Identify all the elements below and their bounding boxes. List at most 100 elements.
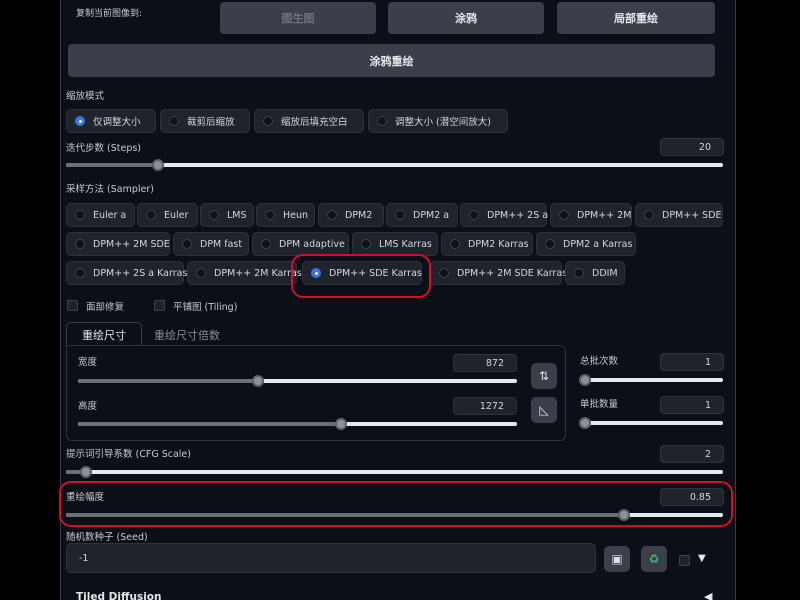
sampler-option[interactable]: DPM++ 2M Karras (187, 261, 302, 285)
resize-option-fill[interactable]: 缩放后填充空白 (254, 109, 364, 133)
option-label: DPM2 Karras (468, 238, 529, 250)
resize-option-just-resize[interactable]: 仅调整大小 (66, 109, 156, 133)
img2img-button[interactable]: 图生图 (220, 2, 376, 34)
cfg-slider[interactable] (66, 466, 723, 478)
option-label: 缩放后填充空白 (281, 117, 348, 128)
radio-icon (182, 239, 192, 249)
highlight-sampler (291, 254, 431, 298)
face-restore-label: 面部修复 (86, 302, 125, 313)
slider-thumb[interactable] (251, 375, 264, 387)
sampler-option[interactable]: Euler (137, 203, 198, 227)
height-slider[interactable] (78, 418, 517, 430)
inpaint-button[interactable]: 局部重绘 (557, 2, 715, 34)
sampler-option[interactable]: DPM2 Karras (441, 232, 533, 256)
radio-icon (263, 116, 273, 126)
option-label: Euler a (93, 209, 127, 221)
sampler-option[interactable]: DPM++ 2M (550, 203, 632, 227)
option-label: 调整大小 (潜空间放大) (395, 117, 491, 128)
batch-count-slider[interactable] (579, 374, 723, 386)
ratio-icon[interactable]: ◺ (531, 397, 557, 423)
sampler-option[interactable]: DPM++ SDE (635, 203, 723, 227)
dice-icon[interactable]: ▣ (604, 546, 630, 572)
radio-icon (377, 116, 387, 126)
batch-size-label: 单批数量 (580, 399, 619, 410)
option-label: LMS (227, 209, 247, 221)
cfg-label: 提示词引导系数 (CFG Scale) (66, 449, 191, 460)
slider-thumb[interactable] (151, 159, 164, 171)
radio-icon (75, 210, 85, 220)
sampler-label: 采样方法 (Sampler) (66, 184, 154, 195)
sampler-option[interactable]: DPM++ 2S a (460, 203, 549, 227)
swap-dimensions-icon[interactable]: ⇅ (531, 363, 557, 389)
option-label: DPM++ 2M Karras (214, 267, 302, 279)
batch-count-input[interactable]: 1 (660, 353, 724, 371)
resize-option-latent[interactable]: 调整大小 (潜空间放大) (368, 109, 508, 133)
height-label: 高度 (78, 401, 98, 412)
slider-thumb[interactable] (579, 374, 591, 386)
option-label: DPM++ 2M (577, 209, 632, 221)
tiling-checkbox[interactable] (154, 300, 165, 311)
radio-icon (169, 116, 179, 126)
sampler-option[interactable]: DPM++ 2M SDE (66, 232, 170, 256)
steps-slider[interactable] (66, 159, 723, 171)
option-label: DPM++ 2S a (487, 209, 549, 221)
radio-icon (261, 239, 271, 249)
tab-resize-by[interactable]: 重绘尺寸倍数 (154, 327, 220, 343)
sampler-option[interactable]: DDIM (565, 261, 625, 285)
slider-thumb[interactable] (579, 417, 591, 429)
steps-input[interactable]: 20 (660, 138, 724, 156)
copy-to-label: 复制当前图像到: (76, 9, 143, 19)
option-label: DPM2 (345, 209, 373, 221)
radio-icon (209, 210, 219, 220)
sampler-option[interactable]: Heun (256, 203, 315, 227)
highlight-denoise (59, 481, 733, 527)
resize-option-crop-resize[interactable]: 裁剪后缩放 (160, 109, 250, 133)
sampler-option[interactable]: LMS Karras (352, 232, 438, 256)
seed-label: 随机数种子 (Seed) (66, 532, 148, 543)
triangle-down-icon[interactable]: ▼ (698, 553, 706, 564)
radio-icon (395, 210, 405, 220)
radio-icon (265, 210, 275, 220)
radio-icon (644, 210, 654, 220)
seed-input[interactable]: -1 (66, 543, 596, 573)
sampler-option[interactable]: DPM adaptive (252, 232, 349, 256)
option-label: DPM++ 2M SDE Karras (457, 267, 568, 279)
option-label: DDIM (592, 267, 618, 279)
tiled-diffusion-label[interactable]: Tiled Diffusion (76, 591, 162, 600)
sampler-option[interactable]: DPM2 a Karras (536, 232, 636, 256)
sampler-option[interactable]: DPM fast (173, 232, 249, 256)
batch-size-input[interactable]: 1 (660, 396, 724, 414)
sampler-option[interactable]: LMS (200, 203, 254, 227)
width-label: 宽度 (78, 357, 98, 368)
sampler-option[interactable]: DPM2 a (386, 203, 458, 227)
radio-icon (574, 268, 584, 278)
face-restore-checkbox[interactable] (67, 300, 78, 311)
tiling-label: 平铺图 (Tiling) (173, 302, 238, 313)
radio-icon (469, 210, 479, 220)
sketch-button[interactable]: 涂鸦 (388, 2, 544, 34)
option-label: DPM++ SDE (662, 209, 722, 221)
height-input[interactable]: 1272 (453, 397, 517, 415)
radio-icon (75, 239, 85, 249)
cfg-input[interactable]: 2 (660, 445, 724, 463)
batch-size-slider[interactable] (579, 417, 723, 429)
sampler-option[interactable]: DPM++ 2M SDE Karras (430, 261, 567, 285)
width-input[interactable]: 872 (453, 354, 517, 372)
radio-icon (327, 210, 337, 220)
tab-resize-to[interactable]: 重绘尺寸 (66, 322, 142, 346)
inpaint-sketch-button[interactable]: 涂鸦重绘 (68, 44, 715, 77)
recycle-icon[interactable]: ♻ (641, 546, 667, 572)
sampler-option[interactable]: DPM++ 2S a Karras (66, 261, 187, 285)
slider-thumb[interactable] (79, 466, 92, 478)
option-label: 裁剪后缩放 (187, 117, 235, 128)
sampler-option[interactable]: Euler a (66, 203, 135, 227)
width-slider[interactable] (78, 375, 517, 387)
option-label: LMS Karras (379, 238, 432, 250)
option-label: DPM2 a Karras (563, 238, 633, 250)
option-label: DPM adaptive (279, 238, 345, 250)
radio-icon (361, 239, 371, 249)
radio-icon (75, 268, 85, 278)
sampler-option[interactable]: DPM2 (318, 203, 384, 227)
collapse-arrow-icon[interactable]: ◀ (704, 590, 712, 600)
extra-seed-checkbox[interactable] (679, 555, 690, 566)
